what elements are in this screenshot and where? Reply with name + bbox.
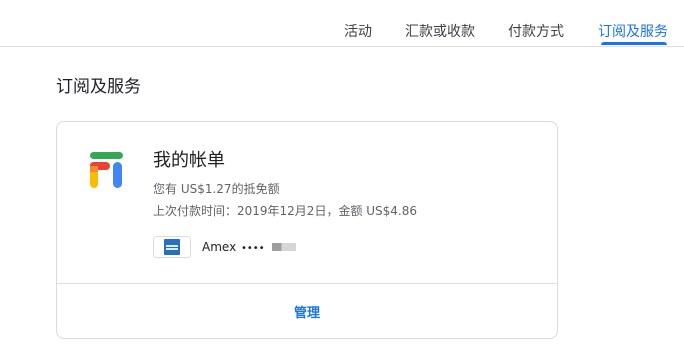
- tab-subscriptions-services[interactable]: 订阅及服务: [598, 21, 668, 41]
- card-brand: Amex: [202, 240, 237, 254]
- google-fi-logo-icon: [90, 152, 123, 188]
- payment-method-name: Amex ••••: [202, 240, 265, 254]
- page-title: 订阅及服务: [56, 77, 141, 97]
- top-navigation: 活动 汇款或收款 付款方式 订阅及服务: [0, 0, 684, 47]
- tab-payment-methods[interactable]: 付款方式: [508, 21, 564, 41]
- bill-card: 我的帐单 您有 US$1.27的抵免额 上次付款时间：2019年12月2日，金额…: [56, 121, 558, 339]
- payment-method-row: Amex ••••: [153, 235, 296, 259]
- last-payment-text: 上次付款时间：2019年12月2日，金额 US$4.86: [153, 204, 418, 218]
- card-number-redacted: [271, 243, 296, 251]
- card-title: 我的帐单: [153, 150, 225, 171]
- amex-logo: [164, 239, 180, 255]
- credit-text: 您有 US$1.27的抵免额: [153, 182, 280, 196]
- page: 活动 汇款或收款 付款方式 订阅及服务 订阅及服务 我的帐单 您有 US$1.2…: [0, 0, 684, 354]
- tab-send-receive[interactable]: 汇款或收款: [405, 21, 475, 41]
- tab-activity[interactable]: 活动: [344, 21, 372, 41]
- manage-button[interactable]: 管理: [57, 284, 557, 339]
- card-mask-dots: ••••: [241, 243, 265, 254]
- active-tab-indicator: [601, 42, 667, 45]
- amex-card-icon: [153, 236, 191, 258]
